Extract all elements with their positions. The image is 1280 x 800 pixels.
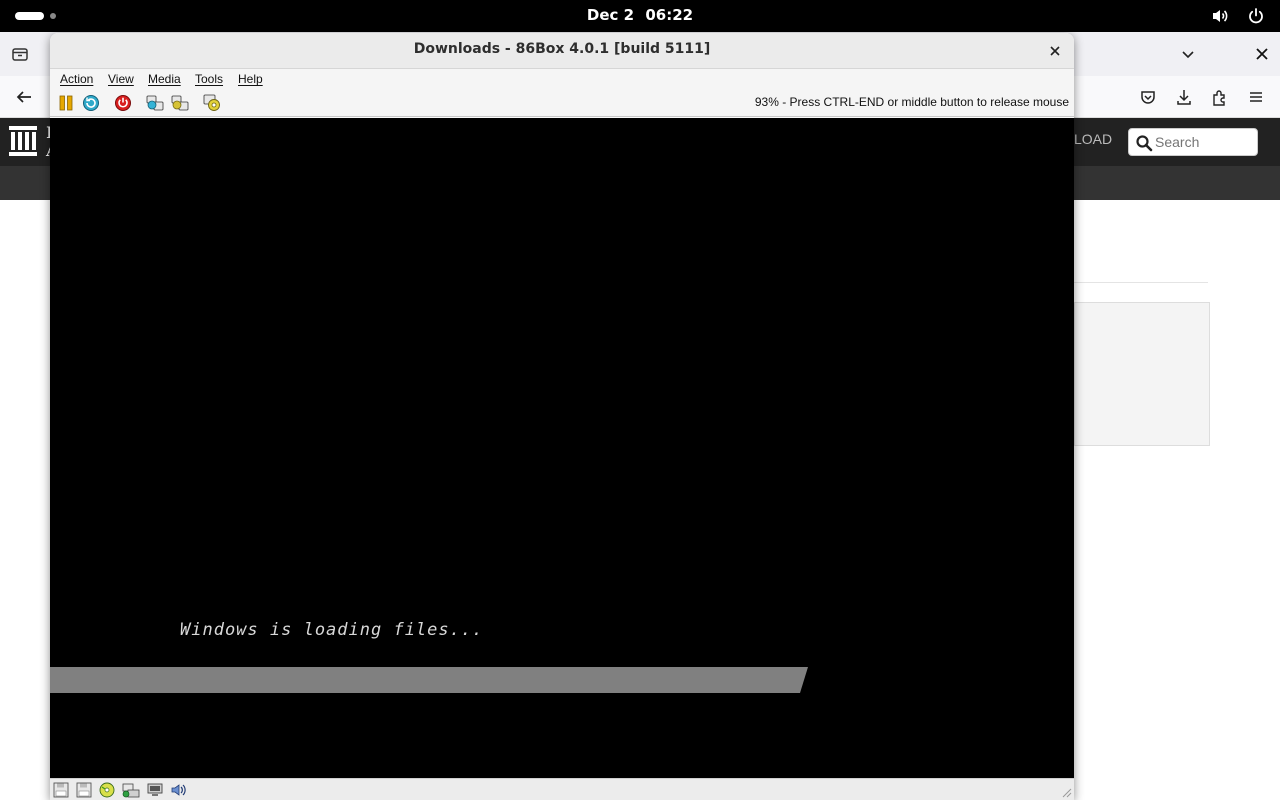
- clock-time: 06:22: [645, 6, 694, 24]
- cdrom-icon: [99, 782, 115, 798]
- content-divider: [1074, 282, 1208, 283]
- ctrl-alt-esc-button[interactable]: [171, 94, 189, 112]
- emulator-window: Downloads - 86Box 4.0.1 [build 5111] Act…: [50, 33, 1074, 800]
- window-titlebar[interactable]: Downloads - 86Box 4.0.1 [build 5111]: [50, 33, 1074, 69]
- window-close-button[interactable]: [1044, 40, 1066, 62]
- floppy-drive-1-button[interactable]: [52, 781, 70, 799]
- boot-progress-bar: [50, 667, 808, 693]
- settings-icon: [203, 94, 220, 111]
- sound-icon: [171, 784, 186, 796]
- window-title: Downloads - 86Box 4.0.1 [build 5111]: [413, 41, 711, 57]
- search-icon: [1135, 134, 1153, 152]
- floppy-drive-2-button[interactable]: [75, 781, 93, 799]
- resize-grip-icon[interactable]: [1060, 786, 1072, 798]
- menu-tools[interactable]: Tools: [195, 72, 223, 86]
- clock[interactable]: Dec 2 06:22: [0, 6, 1280, 24]
- hard-disk-button[interactable]: [122, 781, 140, 799]
- floppy-drive-2-icon: [76, 782, 92, 798]
- floppy-drive-1-icon: [53, 782, 69, 798]
- upload-link[interactable]: LOAD: [1074, 131, 1112, 147]
- site-search-input[interactable]: [1155, 132, 1253, 152]
- extensions-icon[interactable]: [1208, 85, 1232, 109]
- hamburger-menu-icon[interactable]: [1244, 85, 1268, 109]
- hard-disk-icon: [122, 783, 140, 798]
- power-icon[interactable]: [1246, 6, 1266, 26]
- downloads-icon[interactable]: [1172, 85, 1196, 109]
- reset-button[interactable]: [82, 94, 100, 112]
- sound-button[interactable]: [170, 781, 188, 799]
- boot-progress-fill: [50, 667, 808, 693]
- pocket-icon[interactable]: [1136, 85, 1160, 109]
- pause-button[interactable]: [57, 94, 75, 112]
- close-icon: [1050, 46, 1060, 56]
- content-panel: [1074, 302, 1210, 446]
- settings-button[interactable]: [203, 94, 221, 112]
- pause-icon: [59, 95, 73, 111]
- ctrl-alt-del-button[interactable]: [146, 94, 164, 112]
- emulated-display[interactable]: Windows is loading files...: [50, 118, 1074, 778]
- ctrl-alt-esc-icon: [171, 95, 189, 111]
- system-tray[interactable]: [1210, 6, 1266, 26]
- menu-help[interactable]: Help: [238, 72, 263, 86]
- power-off-icon: [115, 95, 131, 111]
- toolbar: 93% - Press CTRL-END or middle button to…: [50, 89, 1074, 117]
- back-arrow-icon[interactable]: [12, 85, 36, 109]
- browser-close-icon[interactable]: [1250, 42, 1274, 66]
- status-bar: [50, 778, 1074, 800]
- clock-date: Dec 2: [586, 6, 635, 24]
- site-search-box[interactable]: [1128, 128, 1258, 156]
- ctrl-alt-del-icon: [146, 95, 164, 111]
- network-button[interactable]: [146, 781, 164, 799]
- menu-action[interactable]: Action: [60, 72, 93, 86]
- tab-overview-icon[interactable]: [8, 42, 32, 66]
- cdrom-button[interactable]: [98, 781, 116, 799]
- system-top-bar: Dec 2 06:22: [0, 0, 1280, 32]
- menu-bar: Action View Media Tools Help: [50, 69, 1074, 89]
- mouse-capture-status: 93% - Press CTRL-END or middle button to…: [754, 95, 1069, 109]
- archive-logo-icon[interactable]: [8, 124, 40, 160]
- network-icon: [147, 783, 163, 796]
- power-off-button[interactable]: [114, 94, 132, 112]
- boot-loading-text: Windows is loading files...: [180, 620, 484, 640]
- menu-view[interactable]: View: [108, 72, 134, 86]
- tab-list-chevron-down-icon[interactable]: [1176, 42, 1200, 66]
- menu-media[interactable]: Media: [148, 72, 181, 86]
- volume-icon[interactable]: [1210, 6, 1230, 26]
- reset-icon: [83, 95, 99, 111]
